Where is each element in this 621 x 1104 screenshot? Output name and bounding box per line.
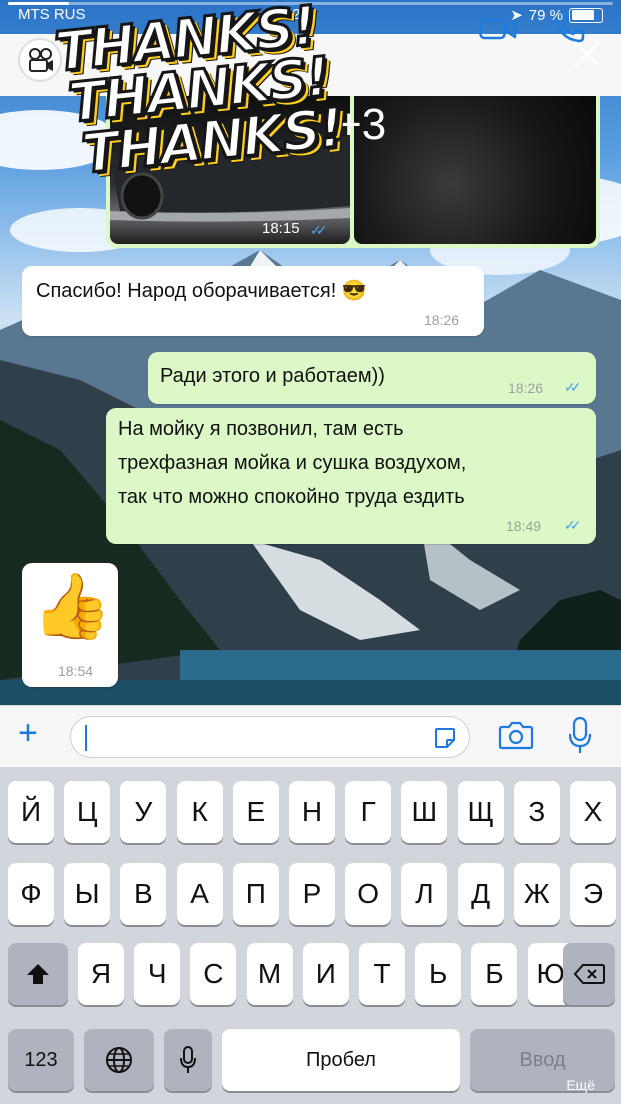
key-6[interactable]: Н bbox=[289, 781, 335, 843]
key-10[interactable]: З bbox=[513, 781, 560, 843]
dictation-key[interactable] bbox=[164, 1029, 212, 1091]
message-time: 18:15 bbox=[262, 220, 300, 237]
key-5[interactable]: Е bbox=[232, 781, 279, 843]
space-key[interactable]: Пробел bbox=[222, 1029, 460, 1091]
key-5[interactable]: П bbox=[232, 863, 279, 925]
message-input[interactable] bbox=[70, 716, 470, 758]
message-text-line: трехфазная мойка и сушка воздухом, bbox=[118, 452, 467, 474]
key-1[interactable]: Й bbox=[8, 781, 54, 843]
key-1[interactable]: Ф bbox=[8, 863, 54, 925]
message-text: Спасибо! Народ оборачивается! 😎 bbox=[36, 280, 367, 302]
message-text: Ради этого и работаем)) bbox=[160, 365, 385, 387]
incoming-message[interactable]: Спасибо! Народ оборачивается! 😎 18:26 bbox=[22, 266, 484, 336]
text-caret bbox=[85, 725, 87, 751]
key-2[interactable]: Ы bbox=[64, 863, 111, 925]
key-2[interactable]: Ц bbox=[64, 781, 111, 843]
sticker-icon[interactable] bbox=[433, 726, 457, 750]
key-7[interactable]: Г bbox=[345, 781, 392, 843]
battery-percent: 79 % bbox=[528, 6, 563, 24]
key-11[interactable]: Э bbox=[570, 863, 616, 925]
key-4[interactable]: М bbox=[246, 943, 293, 1005]
globe-icon bbox=[106, 1047, 132, 1073]
attach-plus-icon[interactable]: + bbox=[18, 716, 38, 750]
battery-status: ➤ 79 % bbox=[510, 6, 603, 24]
camera-reel-icon bbox=[29, 48, 53, 72]
key-4[interactable]: А bbox=[176, 863, 223, 925]
read-receipt-icon: ✓✓ bbox=[310, 222, 328, 238]
microphone-icon bbox=[180, 1046, 196, 1073]
key-7[interactable]: Ь bbox=[415, 943, 462, 1005]
key-3[interactable]: В bbox=[120, 863, 167, 925]
shift-arrow-icon bbox=[27, 964, 49, 984]
message-text-line: так что можно спокойно труда ездить bbox=[118, 486, 465, 508]
key-3[interactable]: У bbox=[120, 781, 167, 843]
battery-icon bbox=[569, 7, 603, 23]
read-receipt-icon: ✓✓ bbox=[564, 517, 582, 533]
more-label[interactable]: Ещё bbox=[566, 1077, 595, 1093]
incoming-message[interactable]: 👍 18:54 bbox=[22, 563, 118, 687]
outgoing-message[interactable]: На мойку я позвонил, там есть трехфазная… bbox=[106, 408, 596, 544]
key-8[interactable]: Л bbox=[401, 863, 448, 925]
message-time: 18:54 bbox=[58, 663, 94, 679]
message-text-line: На мойку я позвонил, там есть bbox=[118, 418, 404, 440]
key-2[interactable]: Ч bbox=[134, 943, 181, 1005]
keyboard: ЙЦУКЕНГШЩЗХ ФЫВАПРОЛДЖЭ ЯЧСМИТЬБЮ 123 Пр… bbox=[0, 767, 621, 1104]
key-7[interactable]: О bbox=[345, 863, 392, 925]
location-icon: ➤ bbox=[510, 7, 523, 24]
thanks-sticker[interactable]: THANKS! THANKS! THANKS! bbox=[51, 0, 351, 216]
key-5[interactable]: И bbox=[302, 943, 349, 1005]
key-6[interactable]: Т bbox=[359, 943, 405, 1005]
key-4[interactable]: К bbox=[176, 781, 223, 843]
outgoing-message[interactable]: Ради этого и работаем)) 18:26 ✓✓ bbox=[148, 352, 596, 404]
key-8[interactable]: Ш bbox=[401, 781, 448, 843]
key-1[interactable]: Я bbox=[78, 943, 124, 1005]
key-11[interactable]: Х bbox=[570, 781, 616, 843]
globe-key[interactable] bbox=[84, 1029, 154, 1091]
thumbs-up-icon: 👍 bbox=[32, 570, 112, 642]
key-9[interactable]: Д bbox=[457, 863, 504, 925]
shift-key[interactable] bbox=[8, 943, 68, 1005]
message-composer: + bbox=[0, 705, 621, 767]
backspace-icon bbox=[573, 964, 605, 984]
camera-icon[interactable] bbox=[498, 720, 534, 750]
key-8[interactable]: Б bbox=[471, 943, 518, 1005]
read-receipt-icon: ✓✓ bbox=[564, 379, 582, 395]
close-icon[interactable] bbox=[569, 36, 605, 72]
key-10[interactable]: Ж bbox=[513, 863, 560, 925]
backspace-key[interactable] bbox=[563, 943, 615, 1005]
key-9[interactable]: Щ bbox=[457, 781, 504, 843]
microphone-icon[interactable] bbox=[568, 716, 592, 756]
message-time: 18:49 bbox=[506, 518, 542, 534]
message-time: 18:26 bbox=[424, 312, 460, 328]
message-time: 18:26 bbox=[508, 380, 544, 396]
numbers-key[interactable]: 123 bbox=[8, 1029, 74, 1091]
key-6[interactable]: Р bbox=[289, 863, 335, 925]
media-photo-more[interactable] bbox=[354, 96, 596, 244]
key-3[interactable]: С bbox=[190, 943, 237, 1005]
